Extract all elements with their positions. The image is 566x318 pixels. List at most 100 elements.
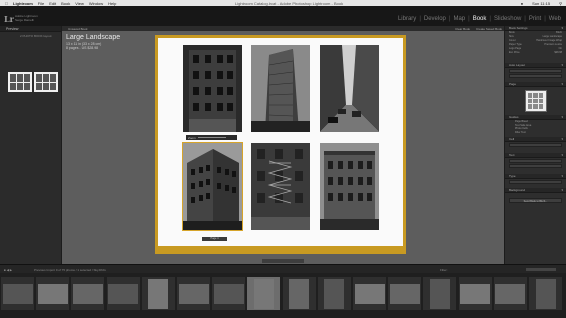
thumbnail-image: [178, 283, 209, 304]
filmstrip-thumbnail[interactable]: [493, 277, 527, 310]
filmstrip-thumbnail[interactable]: [212, 277, 246, 310]
photo-cell[interactable]: [320, 143, 379, 230]
guides-title: Guides: [509, 115, 519, 119]
thumbnail-image: [535, 278, 556, 309]
clear-book-button[interactable]: Clear Book: [455, 27, 470, 31]
lightroom-logo: Lr: [4, 14, 14, 24]
wifi-icon[interactable]: ●: [521, 1, 523, 6]
filmstrip-thumbnail[interactable]: [353, 277, 386, 310]
thumbnail-image: [429, 278, 450, 309]
filmstrip-thumbnail[interactable]: [529, 277, 562, 310]
zoom-label: Zoom: [188, 135, 196, 140]
filter-select[interactable]: [526, 268, 556, 271]
collapse-icon[interactable]: ▾: [561, 137, 563, 141]
fire-escape-photo: [251, 143, 310, 230]
background-title: Background: [509, 188, 526, 193]
photo-cell[interactable]: [320, 45, 379, 132]
auto-layout-header[interactable]: Auto Layout ▾: [505, 63, 566, 68]
filmstrip-thumbnail[interactable]: [423, 277, 457, 310]
collapse-icon[interactable]: ▾: [561, 63, 563, 67]
guide-check-filler-text[interactable]: Filler Text: [505, 131, 566, 135]
photo-cell-toolbar[interactable]: Zoom: [186, 135, 237, 140]
module-map[interactable]: Map: [450, 16, 468, 22]
preview-page-right: [34, 72, 58, 92]
collapse-icon[interactable]: ▾: [561, 188, 563, 192]
filmstrip-thumbnail[interactable]: [106, 277, 140, 310]
thumbnail-image: [37, 283, 68, 304]
module-slideshow[interactable]: Slideshow: [491, 16, 524, 22]
page-layout-thumbnail[interactable]: [524, 90, 547, 112]
collapse-icon[interactable]: ▾: [561, 174, 563, 178]
filmstrip-thumbnail[interactable]: [247, 277, 281, 310]
book-pages-price: 8 pages - US $28.98: [66, 46, 99, 50]
thumbnail-image: [289, 278, 310, 309]
background-header[interactable]: Background ▾: [505, 188, 566, 194]
module-web[interactable]: Web: [546, 16, 564, 22]
module-picker: Library | Develop | Map | Book | Slideshow | …: [395, 16, 564, 22]
page-navigation-bar[interactable]: [262, 259, 304, 263]
menu-item-window[interactable]: Window: [89, 1, 103, 6]
thumbnail-image: [108, 283, 139, 304]
book-page[interactable]: Zoom Page 4: [155, 35, 406, 254]
menu-item-file[interactable]: File: [38, 1, 44, 6]
auto-layout-button[interactable]: [509, 74, 562, 78]
filmstrip-thumbnail[interactable]: [141, 277, 175, 310]
filmstrip-thumbnail[interactable]: [1, 277, 34, 310]
skyscraper-photo: [251, 45, 310, 132]
collapse-icon[interactable]: ▾: [561, 153, 563, 157]
menu-item-view[interactable]: View: [75, 1, 84, 6]
filmstrip-thumbnail[interactable]: [388, 277, 422, 310]
filmstrip-thumbnail[interactable]: [458, 277, 492, 310]
module-develop[interactable]: Develop: [421, 16, 449, 22]
text-option[interactable]: [509, 159, 562, 164]
module-library[interactable]: Library: [395, 16, 419, 22]
cell-header[interactable]: Cell ▾: [505, 137, 566, 143]
text-option[interactable]: [509, 164, 562, 169]
photo-cell[interactable]: [251, 45, 310, 132]
cell-title: Cell: [509, 137, 515, 142]
filmstrip[interactable]: [0, 273, 566, 318]
thumbnail-image: [2, 283, 33, 304]
filmstrip-thumbnail[interactable]: [282, 277, 316, 310]
preview-panel-header[interactable]: Preview: [0, 26, 61, 32]
type-header[interactable]: Type ▾: [505, 174, 566, 180]
filmstrip-thumbnail[interactable]: [317, 277, 351, 310]
setting-row-price: Est. Price $28.98: [505, 51, 566, 55]
cell-padding-slider[interactable]: [509, 143, 562, 148]
identity-line-2: Serge Ramelli: [15, 18, 34, 22]
book-canvas: Unsaved Book Clear Book Create Saved Boo…: [62, 26, 504, 264]
thumbnail-image: [460, 283, 491, 304]
filmstrip-source-info[interactable]: Previous Import 9 of 75 photos / 1 selec…: [34, 268, 106, 272]
filmstrip-thumbnail[interactable]: [71, 277, 105, 310]
type-option[interactable]: [509, 180, 562, 185]
book-preview-thumbnail[interactable]: [8, 72, 58, 92]
collapse-icon[interactable]: ▾: [561, 26, 563, 30]
zoom-slider[interactable]: [197, 137, 226, 138]
filmstrip-thumbnail[interactable]: [36, 277, 70, 310]
search-icon[interactable]: ⚲: [559, 1, 562, 6]
menu-item-help[interactable]: Help: [108, 1, 116, 6]
collapse-icon[interactable]: ▾: [561, 115, 563, 119]
thumbnail-image: [148, 278, 169, 309]
apple-menu-icon[interactable]: : [5, 1, 8, 6]
text-header[interactable]: Text ▾: [505, 153, 566, 159]
menu-item-edit[interactable]: Edit: [49, 1, 56, 6]
menu-item-app[interactable]: Lightroom: [13, 1, 33, 6]
filmstrip-thumbnail[interactable]: [177, 277, 210, 310]
photo-cell[interactable]: [251, 143, 310, 230]
send-book-button[interactable]: Send Book to Blurb...: [509, 198, 562, 204]
book-details: 13 x 11 in (33 x 28 cm) 8 pages - US $28…: [66, 42, 120, 50]
create-saved-book-button[interactable]: Create Saved Book: [476, 27, 502, 31]
page-header[interactable]: Page ▾: [505, 82, 566, 87]
photo-cell[interactable]: [183, 45, 242, 132]
filmstrip-nav-icon[interactable]: ■ ◀ ▶: [4, 268, 12, 272]
window-title: Lightroom Catalog.lrcat - Adobe Photosho…: [235, 0, 344, 6]
module-book[interactable]: Book: [470, 16, 490, 22]
collapse-icon[interactable]: ▾: [561, 82, 563, 86]
auto-layout-title: Auto Layout: [509, 63, 526, 67]
photo-cell-selected[interactable]: [182, 142, 243, 231]
preview-preset-label: 2 PHOTO BOOK layout: [20, 34, 52, 38]
module-print[interactable]: Print: [526, 16, 544, 22]
auto-layout-preset-select[interactable]: [509, 69, 562, 73]
menu-item-book[interactable]: Book: [61, 1, 70, 6]
